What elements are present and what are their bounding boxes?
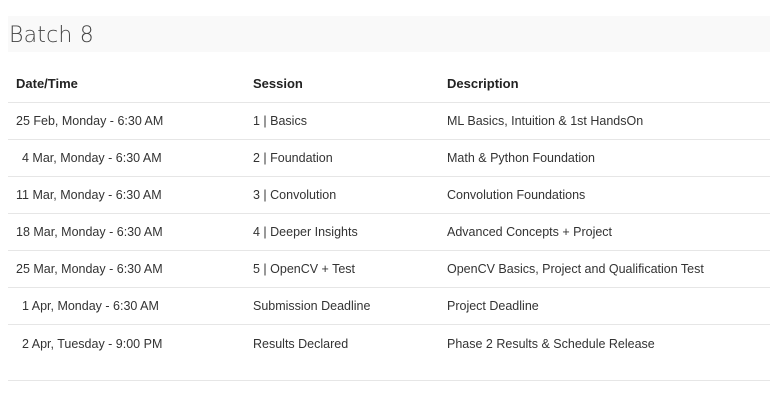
row-description: Advanced Concepts + Project <box>447 225 613 239</box>
batch-header: Batch 8 <box>8 16 770 52</box>
row-date: 25 Feb, Monday - 6:30 AM <box>16 114 164 128</box>
row-session: 4 | Deeper Insights <box>253 225 358 239</box>
row-date: 4 Mar, Monday - 6:30 AM <box>22 151 162 165</box>
row-session: 5 | OpenCV + Test <box>253 262 356 276</box>
schedule-table: Date/Time Session Description 25 Feb, Mo… <box>8 64 770 362</box>
column-header-description: Description <box>447 75 519 91</box>
table-header-row: Date/Time Session Description <box>8 64 770 103</box>
row-session: Submission Deadline <box>253 299 371 313</box>
row-session: 2 | Foundation <box>253 151 333 165</box>
column-header-session: Session <box>253 75 303 91</box>
table-row: 2 Apr, Tuesday - 9:00 PM Results Declare… <box>8 325 770 362</box>
table-row: 25 Mar, Monday - 6:30 AM 5 | OpenCV + Te… <box>8 251 770 288</box>
row-session: 3 | Convolution <box>253 188 337 202</box>
table-row: 4 Mar, Monday - 6:30 AM 2 | Foundation M… <box>8 140 770 177</box>
column-header-date: Date/Time <box>16 75 78 91</box>
table-row: 11 Mar, Monday - 6:30 AM 3 | Convolution… <box>8 177 770 214</box>
batch-title: Batch 8 <box>9 22 94 48</box>
row-date: 2 Apr, Tuesday - 9:00 PM <box>22 336 163 351</box>
row-date: 25 Mar, Monday - 6:30 AM <box>16 262 163 276</box>
row-description: Phase 2 Results & Schedule Release <box>447 336 655 351</box>
table-row: 18 Mar, Monday - 6:30 AM 4 | Deeper Insi… <box>8 214 770 251</box>
row-description: ML Basics, Intuition & 1st HandsOn <box>447 114 644 128</box>
table-row: 25 Feb, Monday - 6:30 AM 1 | Basics ML B… <box>8 103 770 140</box>
row-date: 18 Mar, Monday - 6:30 AM <box>16 225 163 239</box>
row-date: 11 Mar, Monday - 6:30 AM <box>16 188 162 202</box>
row-description: Convolution Foundations <box>447 188 586 202</box>
table-row: 1 Apr, Monday - 6:30 AM Submission Deadl… <box>8 288 770 325</box>
row-session: Results Declared <box>253 336 349 351</box>
row-description: OpenCV Basics, Project and Qualification… <box>447 262 704 276</box>
row-date: 1 Apr, Monday - 6:30 AM <box>22 299 159 313</box>
section-divider <box>8 380 770 381</box>
row-session: 1 | Basics <box>253 114 307 128</box>
row-description: Project Deadline <box>447 299 539 313</box>
row-description: Math & Python Foundation <box>447 151 596 165</box>
